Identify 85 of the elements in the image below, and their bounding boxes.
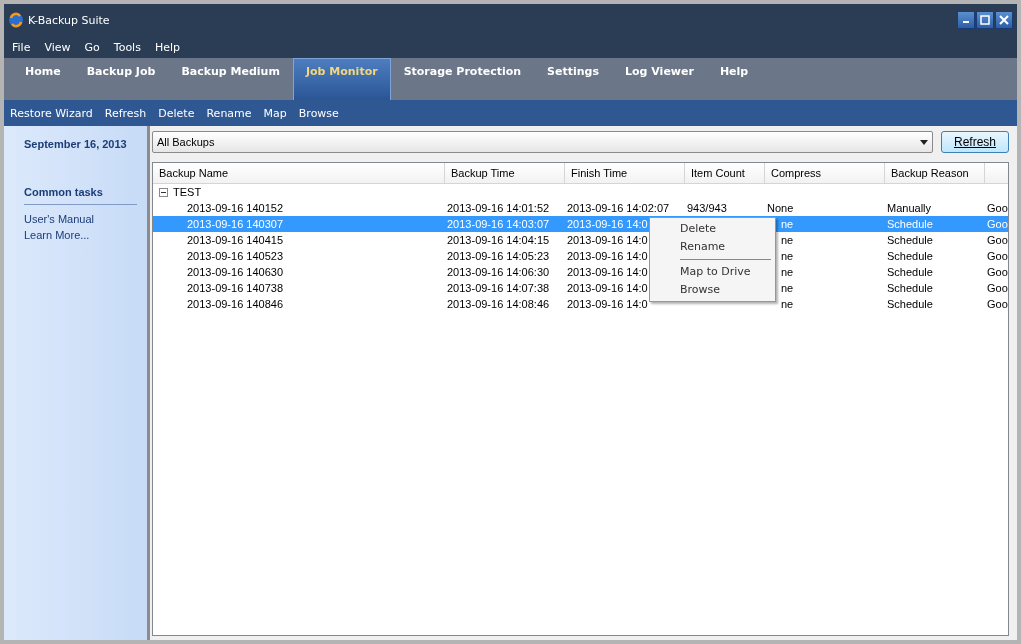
nav-tab[interactable]: Backup Medium: [168, 58, 293, 100]
table-cell-text: 2013-09-16 140846: [186, 298, 285, 310]
group-label: TEST: [173, 186, 202, 198]
context-menu-item[interactable]: Browse: [650, 281, 775, 299]
collapse-toggle-icon[interactable]: [159, 187, 168, 197]
sidebar-link[interactable]: Learn More...: [24, 227, 147, 243]
date-label: September 16, 2013: [24, 138, 128, 150]
context-menu-item[interactable]: Map to Drive: [650, 263, 775, 281]
column-header[interactable]: Backup Time: [445, 163, 565, 183]
dropdown-arrow-icon: [920, 139, 928, 145]
table-cell-text: ne: [780, 266, 795, 278]
table-cell-text: 2013-09-16 140738: [186, 282, 285, 294]
table-cell-text: 2013-09-16 140523: [186, 250, 285, 262]
nav-tab[interactable]: Job Monitor: [292, 58, 391, 100]
table-cell-text: Goo: [986, 282, 1008, 294]
table-cell-text: Manually: [886, 202, 933, 214]
table-cell-text: Goo: [986, 266, 1008, 278]
context-menu-item[interactable]: Delete: [650, 220, 775, 238]
table-cell-text: 2013-09-16 14:06:30: [446, 266, 551, 278]
table-cell-text: 2013-09-16 14:0: [566, 234, 649, 246]
menu-item[interactable]: Tools: [113, 40, 141, 54]
toolbar-item[interactable]: Map: [263, 106, 287, 120]
column-header[interactable]: Finish Time: [565, 163, 685, 183]
table-cell-text: 2013-09-16 14:05:23: [446, 250, 551, 262]
table-cell-text: ne: [780, 218, 795, 230]
table-cell-text: Goo: [986, 202, 1008, 214]
table-cell-text: 2013-09-16 14:0: [566, 250, 649, 262]
section-title: Common tasks: [24, 186, 137, 205]
refresh-button[interactable]: Refresh: [941, 131, 1009, 153]
table-cell-text: Goo: [986, 298, 1008, 310]
table-cell-text: Goo: [986, 218, 1008, 230]
nav-tab[interactable]: Settings: [534, 58, 612, 100]
table-cell-text: Goo: [986, 234, 1008, 246]
window-title: K-Backup Suite: [28, 13, 110, 27]
backup-filter-dropdown[interactable]: All Backups: [152, 131, 933, 153]
table-cell-text: 2013-09-16 14:08:46: [446, 298, 551, 310]
table-cell-text: 2013-09-16 14:04:15: [446, 234, 551, 246]
table-cell-text: 2013-09-16 140415: [186, 234, 285, 246]
sidebar-link[interactable]: User's Manual: [24, 211, 147, 227]
table-cell-text: Schedule: [886, 234, 934, 246]
table-cell-text: 2013-09-16 140307: [186, 218, 285, 230]
table-cell-text: 2013-09-16 14:02:07: [566, 202, 671, 214]
maximize-button[interactable]: [976, 11, 994, 29]
table-cell-text: Schedule: [886, 282, 934, 294]
toolbar-item[interactable]: Browse: [298, 106, 339, 120]
toolbar-item[interactable]: Restore Wizard: [10, 106, 93, 120]
column-header[interactable]: Compress: [765, 163, 885, 183]
toolbar-item[interactable]: Delete: [158, 106, 195, 120]
table-cell-text: ne: [780, 282, 795, 294]
column-header[interactable]: Item Count: [685, 163, 765, 183]
close-button[interactable]: [995, 11, 1013, 29]
table-cell-text: Schedule: [886, 218, 934, 230]
table-cell-text: ne: [780, 298, 795, 310]
maximize-icon: [980, 15, 990, 25]
column-header[interactable]: Backup Name: [153, 163, 445, 183]
minimize-button[interactable]: [957, 11, 975, 29]
nav-tab[interactable]: Backup Job: [73, 58, 169, 100]
nav-tab[interactable]: Log Viewer: [612, 58, 707, 100]
menu-item[interactable]: File: [12, 40, 31, 54]
table-cell-text: 2013-09-16 140630: [186, 266, 285, 278]
nav-tab[interactable]: Storage Protection: [390, 58, 535, 100]
table-cell-text: ne: [780, 234, 795, 246]
table-cell-text: None: [766, 202, 795, 214]
menu-item[interactable]: View: [44, 40, 71, 54]
menu-item[interactable]: Go: [84, 40, 100, 54]
close-icon: [999, 15, 1009, 25]
table-cell-text: 2013-09-16 14:03:07: [446, 218, 551, 230]
context-menu-item[interactable]: Rename: [650, 238, 775, 256]
table-cell-text: 2013-09-16 14:01:52: [446, 202, 551, 214]
toolbar-item[interactable]: Refresh: [104, 106, 147, 120]
table-cell-text: 2013-09-16 14:07:38: [446, 282, 551, 294]
table-cell-text: 2013-09-16 14:0: [566, 298, 649, 310]
table-cell-text: ne: [780, 250, 795, 262]
table-cell-text: Goo: [986, 250, 1008, 262]
nav-tab[interactable]: Home: [12, 58, 74, 100]
column-header[interactable]: Backup Reason: [885, 163, 985, 183]
table-cell-text: Schedule: [886, 250, 934, 262]
app-logo-icon: [8, 12, 24, 28]
table-cell-text: Schedule: [886, 266, 934, 278]
nav-tab[interactable]: Help: [706, 58, 762, 100]
table-cell-text: 943/943: [686, 202, 728, 214]
table-cell-text: Schedule: [886, 298, 934, 310]
toolbar-item[interactable]: Rename: [206, 106, 252, 120]
menu-item[interactable]: Help: [154, 40, 180, 54]
table-cell-text: 2013-09-16 140152: [186, 202, 285, 214]
